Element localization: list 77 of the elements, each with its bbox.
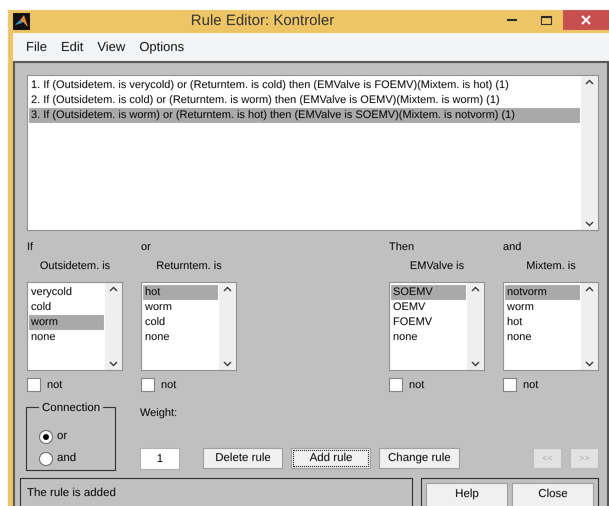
scroll-down-icon[interactable]	[585, 360, 594, 366]
option-item[interactable]: none	[391, 330, 466, 344]
not-label: not	[523, 378, 538, 392]
connector-label: and	[503, 240, 522, 254]
option-item[interactable]: OEMV	[391, 300, 466, 314]
menu-item[interactable]: Options	[132, 37, 192, 57]
scroll-bar[interactable]	[581, 76, 598, 230]
minimize-icon	[507, 18, 517, 22]
option-item[interactable]: none	[29, 330, 104, 344]
option-item[interactable]: FOEMV	[391, 314, 466, 330]
scroll-up-icon[interactable]	[585, 286, 594, 292]
connector-label: If	[27, 240, 34, 254]
connector-label: Then	[389, 240, 414, 254]
radio-button[interactable]	[39, 452, 53, 466]
rule-button[interactable]: Delete rule	[203, 448, 283, 469]
rule-button[interactable]: Change rule	[379, 448, 460, 469]
not-checkbox[interactable]	[141, 378, 155, 392]
not-label: not	[47, 378, 62, 392]
option-item[interactable]: hot	[505, 314, 580, 330]
scroll-bar[interactable]	[467, 282, 484, 370]
option-item[interactable]: none	[143, 330, 218, 344]
option-list[interactable]: SOEMV OEMV FOEMV none	[389, 282, 485, 370]
variable-label: Mixtem. is	[526, 259, 576, 274]
option-list[interactable]: notvorm worm hot none	[503, 282, 599, 370]
not-checkbox[interactable]	[389, 378, 403, 392]
scroll-down-icon[interactable]	[109, 360, 118, 366]
scroll-down-icon[interactable]	[585, 220, 594, 226]
scroll-up-icon[interactable]	[471, 286, 480, 292]
scroll-bar[interactable]	[105, 282, 122, 370]
not-checkbox[interactable]	[503, 378, 517, 392]
option-item[interactable]: SOEMV	[391, 284, 466, 300]
scroll-up-icon[interactable]	[223, 286, 232, 292]
option-item[interactable]: none	[505, 330, 580, 344]
dialog-button[interactable]: Help	[426, 483, 508, 506]
menu-item[interactable]: View	[90, 37, 132, 57]
option-item[interactable]: verycold	[29, 284, 104, 300]
option-item[interactable]: hot	[143, 284, 218, 300]
status-field: The rule is added	[20, 478, 413, 506]
variable-label: Outsidetem. is	[40, 259, 110, 274]
scroll-bar[interactable]	[581, 282, 598, 370]
menu-item[interactable]: File	[19, 37, 54, 57]
scroll-down-icon[interactable]	[223, 360, 232, 366]
option-list[interactable]: hot worm cold none	[141, 282, 237, 370]
scroll-up-icon[interactable]	[585, 78, 594, 84]
option-item[interactable]: worm	[29, 314, 104, 330]
rule-button[interactable]: Add rule	[291, 448, 371, 469]
window-title: Rule Editor: Kontroler	[190, 11, 336, 32]
not-label: not	[409, 378, 424, 392]
option-item[interactable]: cold	[143, 314, 218, 330]
rule-item[interactable]: 1. If (Outsidetem. is verycold) or (Returntem. is cold) then (EMValve is FOEMV)(Mixtem. is hot) (1)	[29, 78, 580, 92]
connector-label: or	[141, 240, 151, 254]
close-icon	[581, 15, 591, 25]
radio-label: or	[57, 429, 68, 444]
dialog-button[interactable]: Close	[512, 483, 594, 506]
menu-item[interactable]: Edit	[54, 37, 90, 57]
radio-button[interactable]	[39, 430, 53, 444]
variable-label: EMValve is	[410, 259, 464, 274]
option-item[interactable]: worm	[505, 300, 580, 314]
option-item[interactable]: worm	[143, 300, 218, 314]
option-item[interactable]: cold	[29, 300, 104, 314]
not-label: not	[161, 378, 176, 392]
radio-label: and	[57, 451, 76, 466]
scroll-bar[interactable]	[219, 282, 236, 370]
weight-label: Weight:	[140, 406, 178, 421]
close-button[interactable]	[563, 10, 609, 30]
option-list[interactable]: verycold cold worm none	[27, 282, 123, 370]
rule-list[interactable]	[27, 74, 599, 230]
not-checkbox[interactable]	[27, 378, 41, 392]
scroll-down-icon[interactable]	[471, 360, 480, 366]
rule-item[interactable]: 2. If (Outsidetem. is cold) or (Returntem. is worm) then (EMValve is OEMV)(Mixtem. is worm) (1)	[29, 92, 580, 108]
option-item[interactable]: notvorm	[505, 284, 580, 300]
variable-label: Returntem. is	[156, 259, 222, 274]
scroll-up-icon[interactable]	[109, 286, 118, 292]
rule-item[interactable]: 3. If (Outsidetem. is worm) or (Returntem. is hot) then (EMValve is SOEMV)(Mixtem. is notvorm) (1)	[29, 108, 580, 122]
app-logo-icon	[13, 13, 30, 30]
weight-field[interactable]: 1	[140, 448, 180, 470]
maximize-icon	[540, 16, 552, 24]
